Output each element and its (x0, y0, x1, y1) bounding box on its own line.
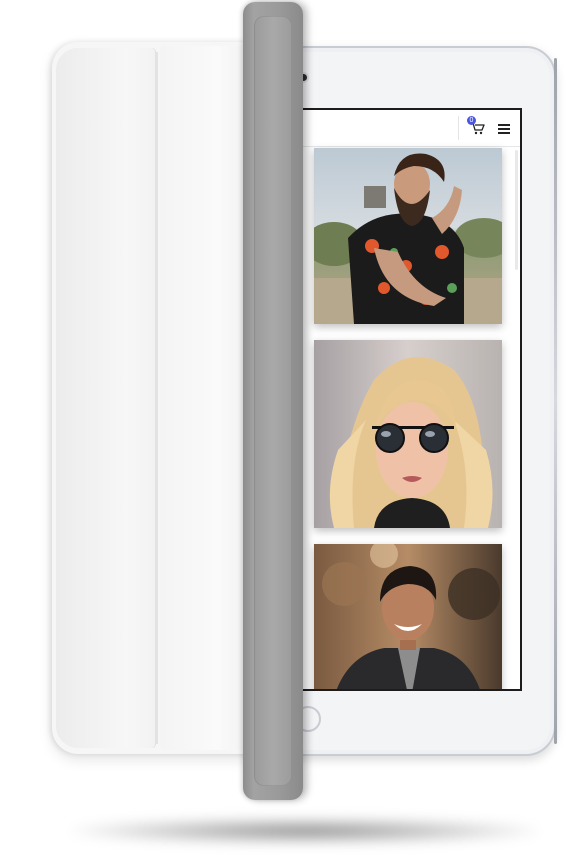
cover-panel-middle (160, 46, 256, 750)
feed-photo-blonde-woman[interactable] (314, 340, 502, 528)
smart-cover[interactable] (52, 42, 260, 754)
cover-fold-line (156, 52, 158, 744)
feed-photo-bearded-man[interactable] (314, 148, 502, 324)
cover-hinge-inner (254, 16, 292, 786)
shopping-cart-icon[interactable]: 0 (467, 116, 486, 136)
scrollbar[interactable] (515, 150, 518, 270)
header-divider (458, 116, 459, 140)
cart-count-badge: 0 (467, 116, 476, 125)
app-header: 0 (298, 110, 520, 147)
hamburger-menu-icon[interactable] (497, 122, 511, 134)
cover-hinge-flap[interactable] (243, 2, 303, 800)
floor-shadow (70, 818, 540, 844)
feed-photo-smiling-man[interactable] (314, 544, 502, 689)
cover-panel-left (56, 48, 156, 748)
tablet-screen: 0 (296, 108, 522, 691)
